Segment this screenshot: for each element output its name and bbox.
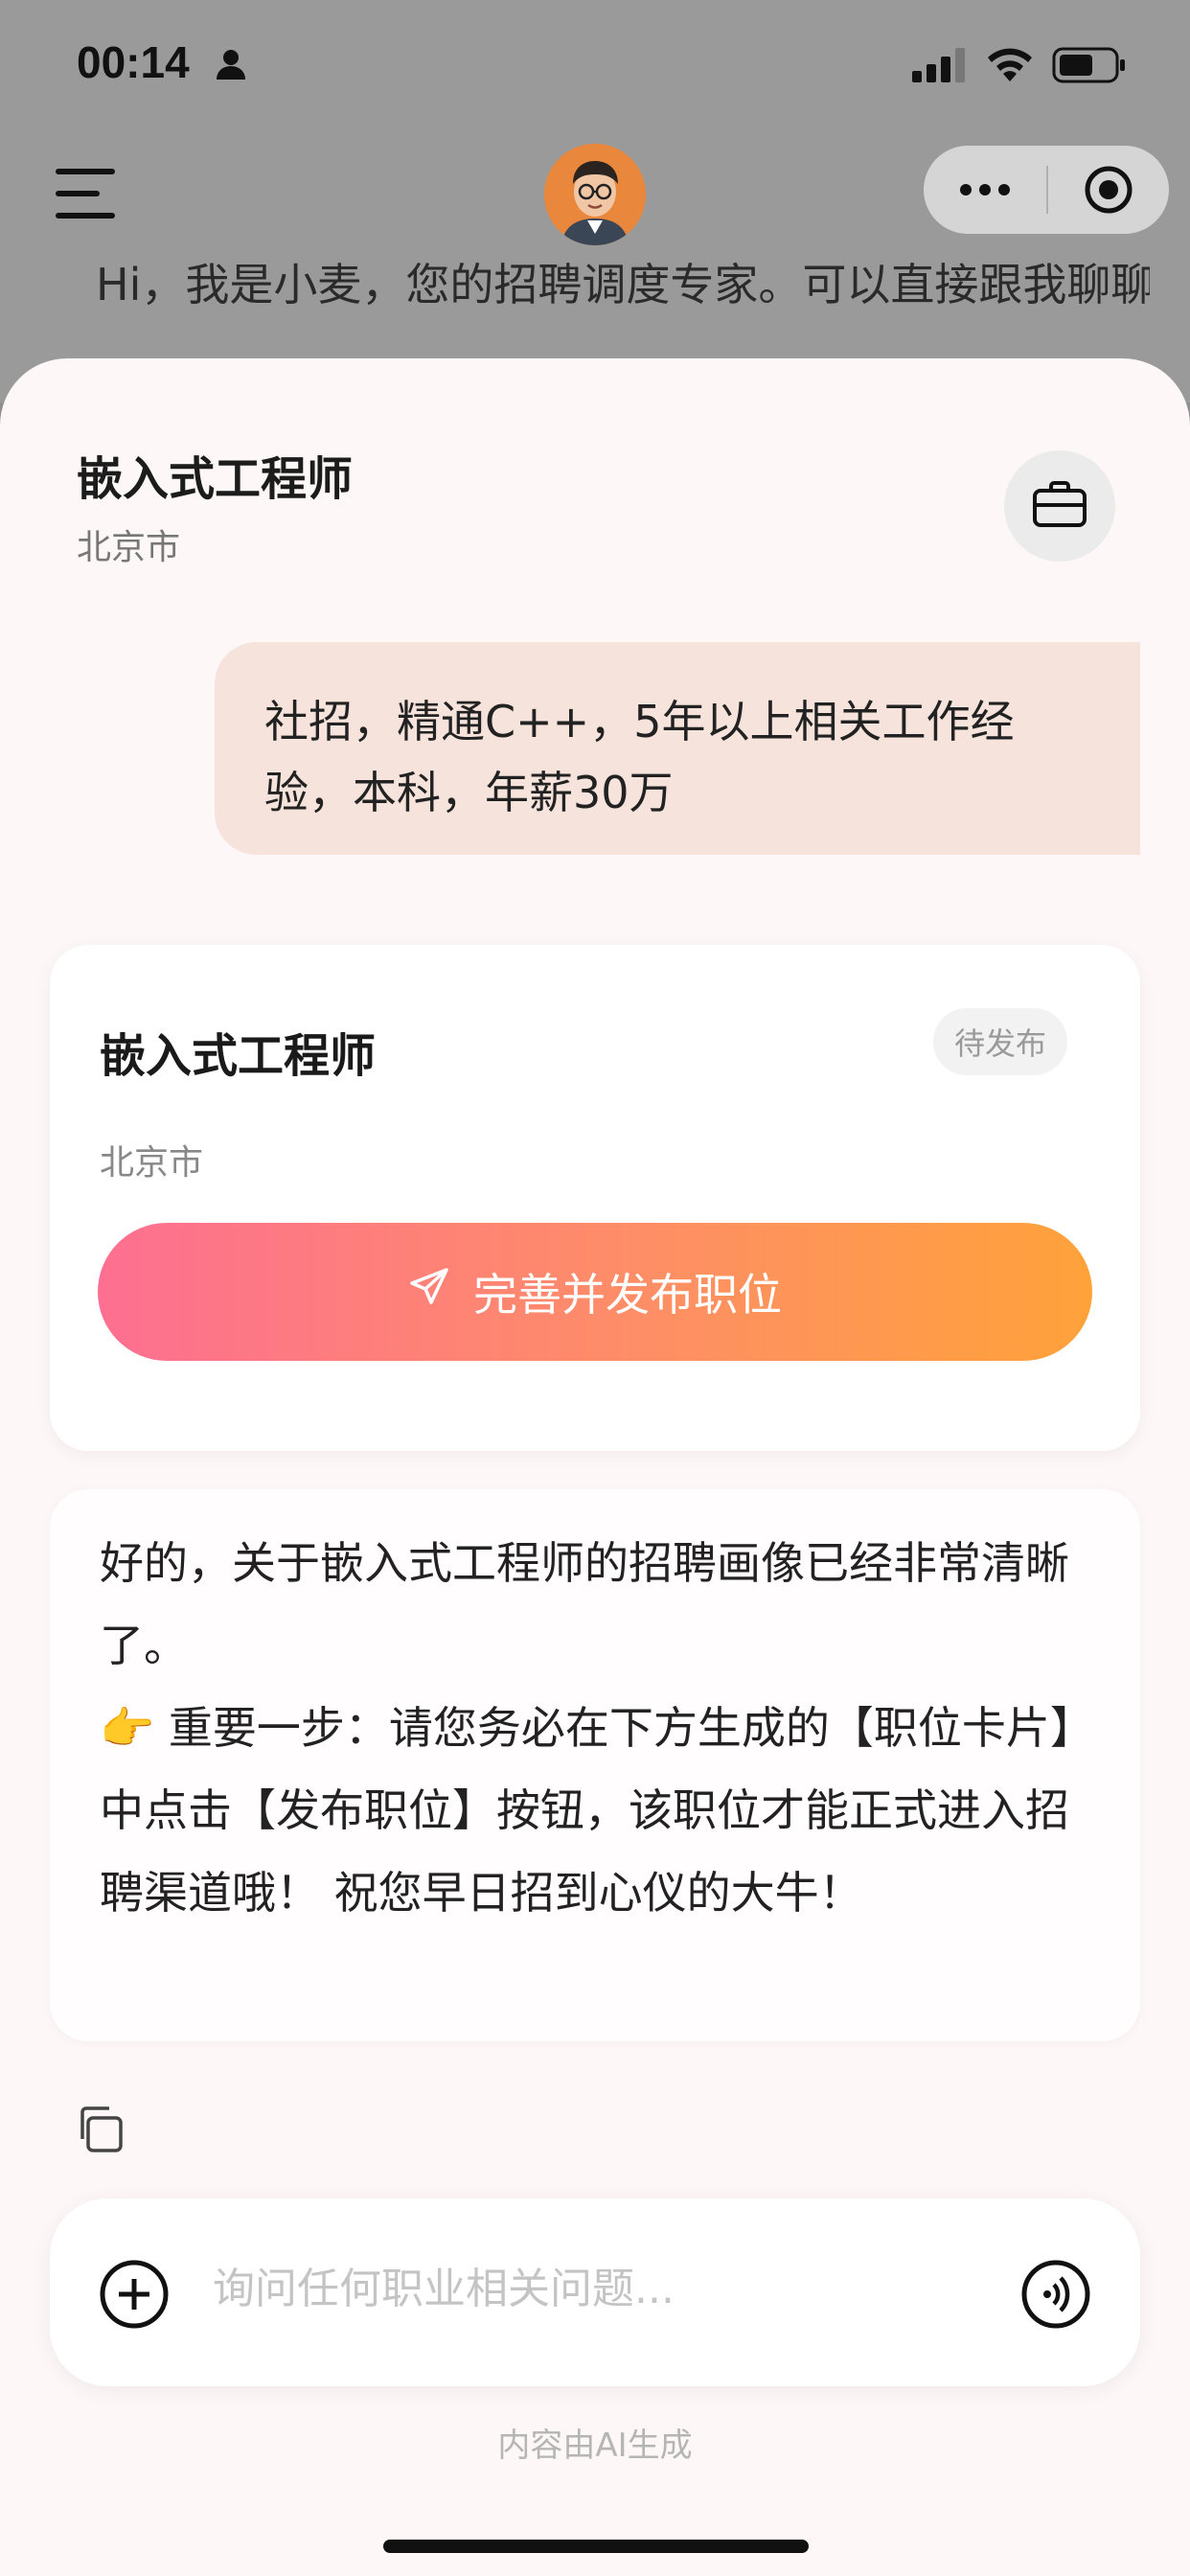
briefcase-button[interactable] (1004, 450, 1115, 562)
chat-sheet: 嵌入式工程师 北京市 社招，精通C++，5年以上相关工作经验，本科，年薪30万 … (0, 358, 1190, 2576)
close-target-icon[interactable] (1048, 165, 1169, 215)
publish-job-label: 完善并发布职位 (473, 1269, 782, 1321)
status-badge: 待发布 (932, 1008, 1067, 1075)
status-time: 00:14 (77, 37, 190, 87)
chat-input-bar (50, 2198, 1140, 2386)
job-card-city: 北京市 (100, 1143, 204, 1183)
home-indicator (383, 2540, 809, 2553)
ai-message-line: 👉 重要一步：请您务必在下方生成的【职位卡片】中点击【发布职位】按钮，该职位才能… (100, 1687, 1090, 1934)
person-icon (215, 48, 247, 84)
briefcase-icon (1032, 480, 1087, 532)
sheet-job-city: 北京市 (77, 528, 181, 567)
pointing-hand-icon: 👉 (100, 1702, 155, 1754)
ai-generated-note: 内容由AI生成 (497, 2426, 693, 2465)
sheet-job-title: 嵌入式工程师 (77, 452, 354, 506)
chat-input[interactable] (213, 2250, 998, 2327)
job-card[interactable]: 嵌入式工程师 待发布 北京市 完善并发布职位 (50, 945, 1140, 1451)
send-icon (408, 1266, 450, 1319)
add-icon[interactable] (98, 2258, 171, 2331)
mini-program-capsule (924, 146, 1169, 234)
more-options-icon[interactable] (924, 184, 1046, 196)
ai-message-bubble: 好的，关于嵌入式工程师的招聘画像已经非常清晰了。 👉 重要一步：请您务必在下方生… (50, 1489, 1140, 2041)
status-icons (912, 46, 1127, 88)
battery-icon (1052, 46, 1127, 88)
background-greeting-text: Hi，我是小麦，您的招聘调度专家。可以直接跟我聊聊当下的招聘任务，或者直接告诉我… (96, 259, 1150, 310)
user-message-bubble: 社招，精通C++，5年以上相关工作经验，本科，年薪30万 (215, 642, 1140, 855)
copy-icon[interactable] (73, 2103, 126, 2156)
voice-icon[interactable] (1019, 2258, 1092, 2331)
menu-icon[interactable] (56, 169, 115, 222)
ai-message-text: 重要一步：请您务必在下方生成的【职位卡片】中点击【发布职位】按钮，该职位才能正式… (100, 1702, 1072, 1919)
cellular-signal-icon (912, 48, 968, 86)
wifi-icon (985, 47, 1035, 87)
job-card-title: 嵌入式工程师 (100, 1029, 377, 1083)
assistant-avatar[interactable] (544, 144, 646, 245)
ai-message-line: 好的，关于嵌入式工程师的招聘画像已经非常清晰了。 (100, 1537, 1069, 1671)
status-bar: 00:14 (0, 0, 1190, 134)
publish-job-button[interactable]: 完善并发布职位 (98, 1223, 1092, 1361)
